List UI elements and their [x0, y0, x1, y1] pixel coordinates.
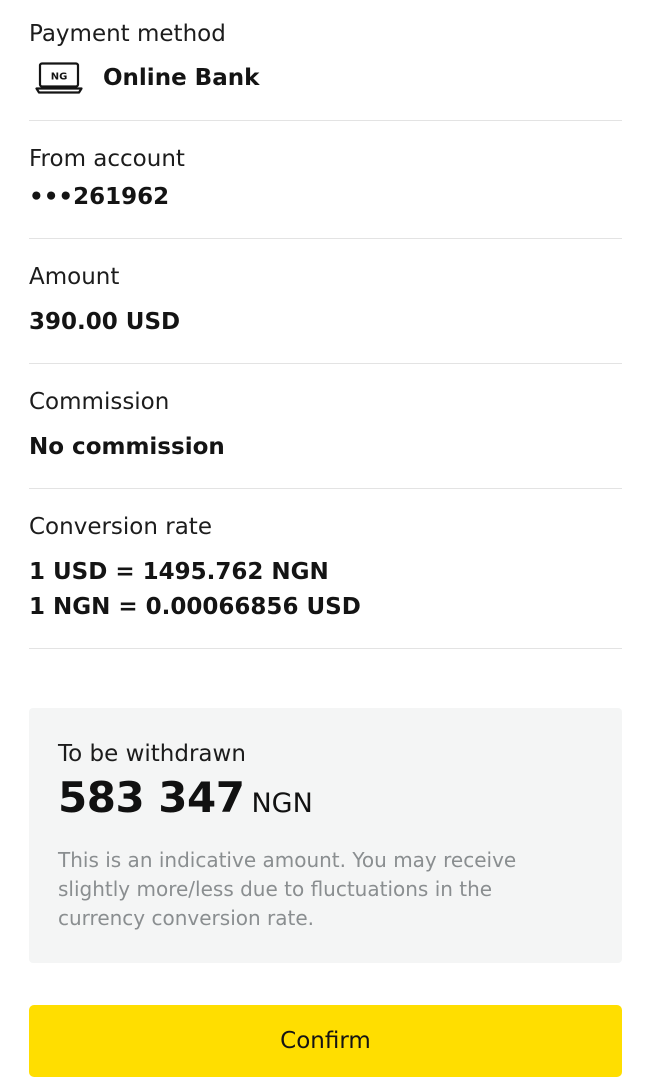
bank-icon-text: NG — [51, 72, 68, 83]
divider — [29, 120, 622, 121]
online-bank-laptop-icon: NG — [35, 62, 83, 94]
conversion-rate-label: Conversion rate — [29, 514, 212, 540]
amount-value: 390.00 USD — [29, 309, 181, 335]
divider — [29, 488, 622, 489]
conversion-rate-usd-ngn: 1 USD = 1495.762 NGN — [29, 559, 329, 585]
amount-label: Amount — [29, 264, 120, 290]
divider — [29, 238, 622, 239]
payment-method-section: Payment method NG Online Bank — [29, 20, 622, 94]
confirm-button[interactable]: Confirm — [29, 1005, 622, 1077]
commission-section: Commission No commission — [29, 388, 622, 461]
payment-method-label: Payment method — [29, 21, 226, 47]
commission-value: No commission — [29, 434, 225, 460]
from-account-value: •••261962 — [29, 184, 170, 210]
conversion-rate-section: Conversion rate 1 USD = 1495.762 NGN 1 N… — [29, 513, 622, 621]
commission-label: Commission — [29, 389, 170, 415]
conversion-rate-ngn-usd: 1 NGN = 0.00066856 USD — [29, 594, 361, 620]
withdrawn-amount: 583 347 NGN — [58, 772, 313, 824]
indicative-amount-disclaimer: This is an indicative amount. You may re… — [58, 848, 517, 930]
withdrawn-amount-currency: NGN — [251, 788, 313, 819]
divider — [29, 648, 622, 649]
from-account-label: From account — [29, 146, 185, 172]
withdrawal-summary-card: To be withdrawn 583 347 NGN This is an i… — [29, 708, 622, 963]
payment-method-row: NG Online Bank — [29, 62, 622, 94]
to-be-withdrawn-label: To be withdrawn — [58, 741, 246, 767]
payment-method-value: Online Bank — [103, 65, 260, 91]
amount-section: Amount 390.00 USD — [29, 263, 622, 336]
from-account-section: From account •••261962 — [29, 145, 622, 211]
withdrawn-amount-value: 583 347 — [58, 773, 245, 822]
divider — [29, 363, 622, 364]
